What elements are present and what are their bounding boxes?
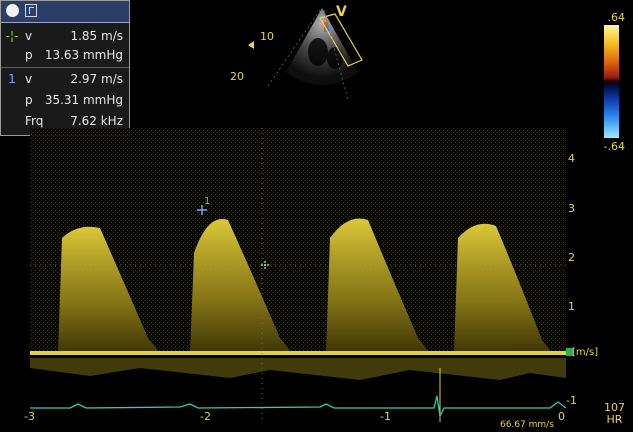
cursor-one-label: 1 (204, 196, 211, 207)
echo-doppler-screen: -¦- v 1.85 m/s p 13.63 mmHg 1 v 2.97 m/s… (0, 0, 633, 432)
measurement-value: 1.85 m/s (70, 29, 123, 43)
heart-rate: 107 HR (604, 402, 625, 426)
spectral-doppler-trace[interactable]: 1 (30, 128, 567, 422)
cursor-one-marker: 1 (8, 72, 16, 86)
depth-mark: 20 (230, 70, 244, 83)
measurement-label: v (25, 72, 33, 86)
measurement-label: p (25, 93, 33, 107)
velocity-tick: 3 (568, 202, 575, 215)
measurement-row: -¦- v 1.85 m/s (1, 27, 129, 47)
velocity-color-bar (604, 25, 619, 138)
time-tick: -2 (200, 410, 211, 423)
measurement-value: 13.63 mmHg (44, 48, 123, 62)
colorbar-top-label: .64 (607, 11, 626, 24)
sector-thumbnail[interactable]: V 10 20 (230, 0, 380, 110)
time-tick: 0 (558, 410, 565, 423)
velocity-tick: -1 (566, 394, 577, 407)
measurement-row: p 35.31 mmHg (1, 91, 129, 111)
panel-header (1, 1, 129, 23)
velocity-tick: 4 (568, 152, 575, 165)
baseline (30, 351, 566, 355)
velocity-tick: 2 (568, 251, 575, 264)
measurement-label: Frq (25, 114, 44, 128)
record-icon[interactable] (6, 4, 19, 17)
sector-label: V (336, 4, 347, 20)
velocity-tick: 1 (568, 300, 575, 313)
sweep-speed: 66.67 mm/s (500, 420, 554, 430)
measurement-value: 2.97 m/s (70, 72, 123, 86)
sector-image (248, 8, 363, 101)
time-tick: -1 (380, 410, 391, 423)
measurement-label: v (25, 29, 33, 43)
ecg-trace (30, 395, 567, 419)
measurement-row: p 13.63 mmHg (1, 46, 129, 66)
measurement-label: p (25, 48, 33, 62)
heart-rate-label: HR (606, 413, 623, 426)
cursor-tool-icon[interactable] (25, 4, 37, 17)
velocity-unit: [m/s] (572, 347, 599, 358)
divider (1, 67, 129, 68)
measurement-value: 7.62 kHz (70, 114, 123, 128)
colorbar-bottom-label: -.64 (603, 140, 625, 153)
measurement-panel: -¦- v 1.85 m/s p 13.63 mmHg 1 v 2.97 m/s… (0, 0, 130, 136)
time-tick: -3 (24, 410, 35, 423)
measurement-row: 1 v 2.97 m/s (1, 70, 129, 90)
measurement-value: 35.31 mmHg (44, 93, 123, 107)
spectrum-svg (30, 128, 567, 422)
depth-mark: 10 (260, 30, 274, 43)
crosshair-marker-icon: -¦- (5, 29, 19, 43)
